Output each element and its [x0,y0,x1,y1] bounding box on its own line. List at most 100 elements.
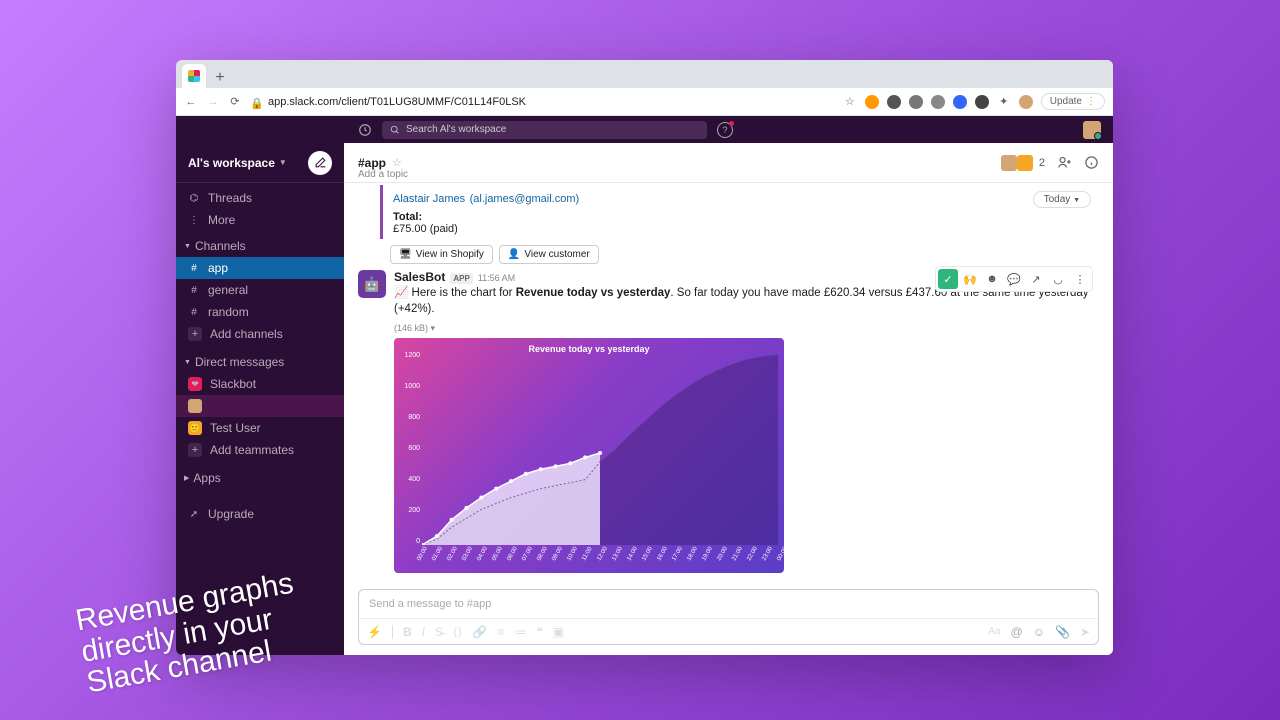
help-icon[interactable]: ? [717,122,733,138]
sidebar-channel-general[interactable]: #general [176,279,344,301]
codeblock-icon[interactable]: ▣ [553,625,564,639]
view-shopify-button[interactable]: 🖥View in Shopify [390,245,493,264]
bot-avatar: 🤖 [358,270,386,298]
sidebar-more[interactable]: ⋮More [176,209,344,231]
browser-window: + ← → ⟳ 🔒 app.slack.com/client/T01LUG8UM… [176,60,1113,655]
sender-name[interactable]: SalesBot [394,270,445,284]
avatar-icon [188,399,202,413]
sidebar-channel-app[interactable]: #app [176,257,344,279]
browser-tab-slack[interactable] [182,64,206,88]
hash-icon: # [188,285,200,296]
chart-x-axis: 00:0001:0002:0003:0004:0005:0006:0007:00… [422,547,778,569]
new-tab-button[interactable]: + [210,68,230,88]
search-icon [390,125,400,135]
attach-icon[interactable]: 📎 [1055,625,1070,639]
dm-item[interactable] [176,395,344,417]
compose-button[interactable] [308,151,332,175]
chart-y-axis: 120010008006004002000 [398,352,420,545]
star-icon[interactable]: ☆ [843,95,857,109]
bold-icon[interactable]: B [403,625,412,639]
mention-icon[interactable]: @ [1011,625,1023,639]
channel-topic[interactable]: Add a topic [358,169,408,180]
send-icon[interactable]: ➤ [1080,625,1090,639]
dm-test-user[interactable]: 🙂Test User [176,417,344,439]
check-reaction[interactable]: ✓ [938,269,958,289]
view-customer-button[interactable]: 👤View customer [499,245,599,264]
date-pill[interactable]: Today ▼ [1033,191,1091,208]
ext-icon[interactable] [931,95,945,109]
channel-header: #app ☆ Add a topic 2 [344,143,1113,183]
browser-address-bar: ← → ⟳ 🔒 app.slack.com/client/T01LUG8UMMF… [176,88,1113,116]
message-time: 11:56 AM [478,273,515,283]
strike-icon[interactable]: S̶ [435,625,443,639]
dms-header[interactable]: ▼Direct messages [176,351,344,373]
code-icon[interactable]: ⟨⟩ [453,625,462,639]
message-actions: 🖥View in Shopify 👤View customer [390,245,1099,264]
history-icon[interactable] [358,123,372,137]
hands-reaction[interactable]: 🙌 [960,269,980,289]
ext-icon[interactable] [953,95,967,109]
emoji-icon[interactable]: ☻ [982,269,1002,289]
italic-icon[interactable]: I [422,625,425,639]
caret-right-icon: ▶ [184,474,189,482]
more-icon[interactable]: ⋮ [1070,269,1090,289]
search-placeholder: Search Al's workspace [406,124,506,135]
monitor-icon: 🖥 [399,249,412,260]
quote-icon[interactable]: ❝ [536,625,542,639]
main-panel: #app ☆ Add a topic 2 [344,143,1113,655]
workspace-header[interactable]: Al's workspace ▼ [176,143,344,183]
add-people-icon[interactable] [1057,155,1072,170]
composer-toolbar: ⚡ B I S̶ ⟨⟩ 🔗 ≡ ≔ ❝ ▣ Aa @ [359,618,1098,644]
thread-icon[interactable]: 💬 [1004,269,1024,289]
composer-input[interactable]: Send a message to #app [359,590,1098,618]
reload-icon[interactable]: ⟳ [228,95,242,109]
list-icon[interactable]: ≡ [497,625,504,639]
member-count[interactable]: 2 [1001,155,1045,171]
lightning-icon[interactable]: ⚡ [367,625,382,639]
app-badge: APP [450,273,472,284]
file-meta[interactable]: (146 kB) ▾ [394,323,1099,334]
star-icon[interactable]: ☆ [392,156,402,169]
channel-name[interactable]: #app [358,156,386,170]
ext-icon[interactable] [909,95,923,109]
customer-link[interactable]: Alastair James [393,193,465,205]
bookmark-icon[interactable]: ◡ [1048,269,1068,289]
chevron-down-icon: ▼ [279,158,287,167]
avatar-icon [1001,155,1017,171]
add-teammates[interactable]: +Add teammates [176,439,344,461]
slack-icon [188,70,200,82]
puzzle-icon[interactable]: ✦ [997,95,1011,109]
add-channels[interactable]: +Add channels [176,323,344,345]
slack-body: Al's workspace ▼ ⌬Threads ⋮More ▼Channel… [176,143,1113,655]
share-icon[interactable]: ↗ [1026,269,1046,289]
marketing-tagline: Revenue graphs directly in your Slack ch… [73,567,306,698]
emoji-icon[interactable]: ☺ [1033,625,1045,639]
info-icon[interactable] [1084,155,1099,170]
sidebar-channel-random[interactable]: #random [176,301,344,323]
ext-icon[interactable] [887,95,901,109]
message: ✓ 🙌 ☻ 💬 ↗ ◡ ⋮ 🤖 SalesBot APP [358,270,1099,573]
customer-email[interactable]: (al.james@gmail.com) [470,193,580,205]
forward-icon[interactable]: → [206,95,220,109]
format-icon[interactable]: Aa [988,626,1000,637]
ext-icon[interactable] [865,95,879,109]
ext-icon[interactable] [975,95,989,109]
update-button[interactable]: Update⋮ [1041,93,1105,110]
slack-topnav: Search Al's workspace ? [176,116,1113,143]
sidebar-threads[interactable]: ⌬Threads [176,187,344,209]
upgrade-link[interactable]: ➚Upgrade [176,503,344,525]
search-input[interactable]: Search Al's workspace [382,121,707,139]
message-composer[interactable]: Send a message to #app ⚡ B I S̶ ⟨⟩ 🔗 ≡ ≔… [358,589,1099,645]
back-icon[interactable]: ← [184,95,198,109]
chart-plot [422,352,778,545]
url-text[interactable]: app.slack.com/client/T01LUG8UMMF/C01L14F… [268,96,835,108]
apps-header[interactable]: ▶Apps [176,467,344,489]
plus-icon: + [188,443,202,457]
profile-icon[interactable] [1019,95,1033,109]
chart-image[interactable]: Revenue today vs yesterday 1200100080060… [394,338,784,573]
olist-icon[interactable]: ≔ [514,625,526,639]
channels-header[interactable]: ▼Channels [176,235,344,257]
dm-slackbot[interactable]: ❤Slackbot [176,373,344,395]
user-avatar[interactable] [1083,121,1101,139]
link-icon[interactable]: 🔗 [472,625,487,639]
